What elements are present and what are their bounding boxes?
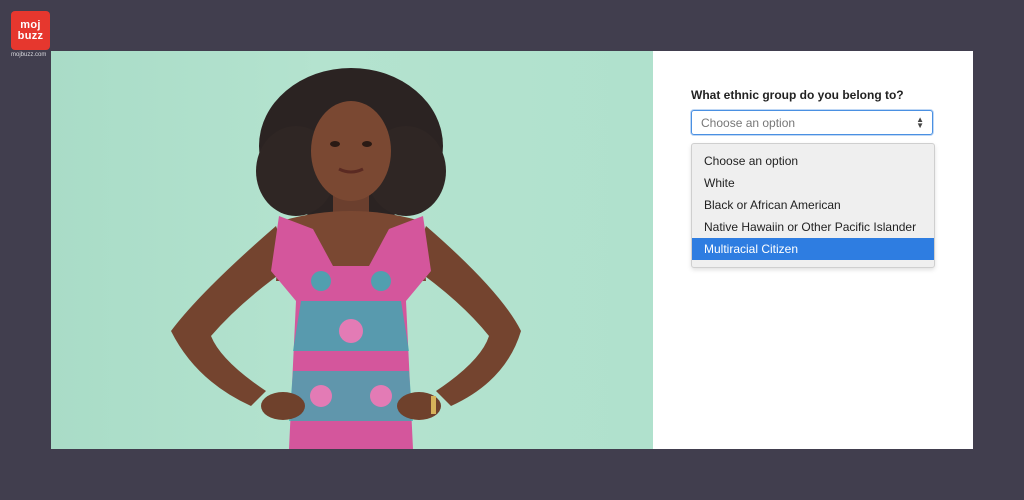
option-white[interactable]: White (692, 172, 934, 194)
select-arrows-icon: ▲ ▼ (916, 114, 924, 130)
logo-url: mojbuzz.com (11, 52, 47, 58)
mojbuzz-logo: moj buzz (11, 11, 50, 50)
content-card: What ethnic group do you belong to? Choo… (51, 51, 973, 449)
ethnic-group-select[interactable]: Choose an option ▲ ▼ (691, 110, 933, 135)
ethnic-group-dropdown: Choose an option White Black or African … (691, 143, 935, 268)
ethnic-group-question: What ethnic group do you belong to? (691, 88, 904, 102)
option-multiracial-citizen[interactable]: Multiracial Citizen (692, 238, 934, 260)
woman-photo (51, 51, 653, 449)
logo-line-1: moj (20, 18, 41, 31)
option-black-african-american[interactable]: Black or African American (692, 194, 934, 216)
logo-line-2: buzz (17, 29, 44, 42)
option-native-hawaiian-pacific-islander[interactable]: Native Hawaiin or Other Pacific Islander (692, 216, 934, 238)
option-choose[interactable]: Choose an option (692, 150, 934, 172)
select-current-value: Choose an option (701, 115, 796, 130)
